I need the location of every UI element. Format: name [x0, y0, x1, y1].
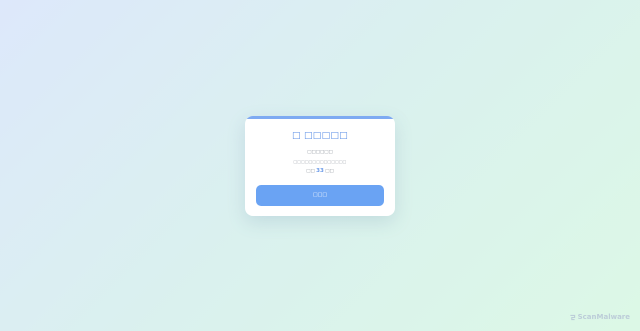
dialog-message: □□□□□□ [307, 150, 333, 155]
card-accent-bar [245, 116, 395, 119]
countdown-prefix: □□ [306, 169, 315, 174]
watermark-text: ScanMalware [577, 313, 630, 321]
dialog-card: □ □□□□□ □□□□□□ □□□□□□□□□□□□□□ □□ 33 □□ □… [245, 116, 395, 216]
dialog-title: □ □□□□□ [292, 131, 348, 141]
continue-button[interactable]: □□□ [256, 185, 384, 206]
logo-icon [570, 314, 575, 320]
countdown-text: □□ 33 □□ [245, 168, 395, 175]
countdown-value: 33 [316, 168, 324, 174]
watermark: ScanMalware [569, 313, 630, 321]
countdown-suffix: □□ [325, 169, 334, 174]
dialog-submessage: □□□□□□□□□□□□□□ [293, 159, 347, 164]
